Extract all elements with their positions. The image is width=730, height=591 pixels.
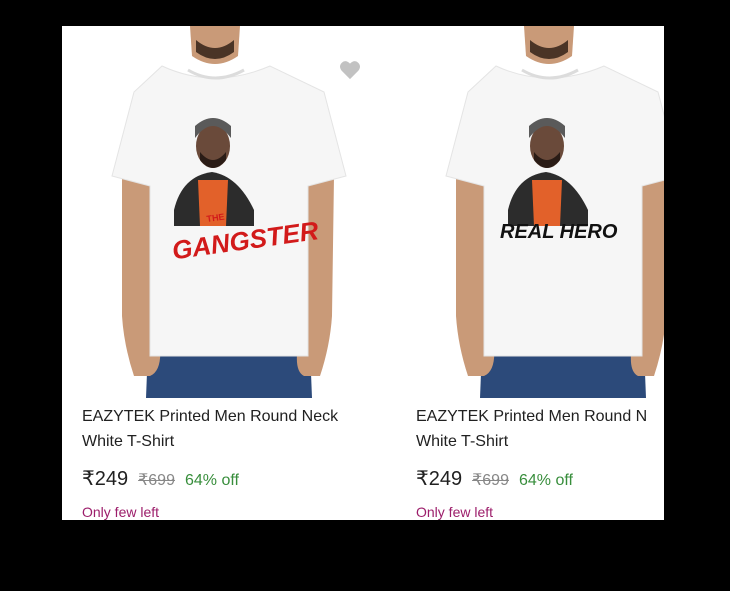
product-image[interactable]: THE GANGSTER — [62, 26, 396, 398]
original-price: ₹699 — [472, 472, 509, 489]
print-text: REAL HERO — [500, 221, 618, 243]
product-title-line-1[interactable]: EAZYTEK Printed Men Round N — [416, 404, 664, 429]
stock-status: Only few left — [416, 504, 494, 520]
product-grid: THE GANGSTER EAZYTEK Printed Men Round N… — [62, 26, 664, 520]
price-row: ₹249 ₹699 64% off — [82, 466, 239, 491]
product-title[interactable]: EAZYTEK Printed Men Round Neck White T-S… — [82, 404, 382, 454]
product-title-line-2[interactable]: White T-Shirt — [416, 429, 664, 454]
discount-badge: 64% off — [518, 472, 573, 489]
product-card[interactable]: THE GANGSTER EAZYTEK Printed Men Round N… — [62, 26, 396, 520]
selling-price: ₹249 — [416, 468, 463, 490]
heart-icon[interactable] — [339, 60, 361, 80]
discount-badge: 64% off — [184, 472, 239, 489]
price-row: ₹249 ₹699 64% off — [416, 466, 573, 491]
stock-status: Only few left — [82, 504, 160, 520]
selling-price: ₹249 — [82, 468, 129, 490]
product-title[interactable]: EAZYTEK Printed Men Round N White T-Shir… — [416, 404, 664, 454]
original-price: ₹699 — [138, 472, 175, 489]
product-title-line-2[interactable]: White T-Shirt — [82, 429, 382, 454]
product-card[interactable]: REAL HERO EAZYTEK Printed Men Round N Wh… — [396, 26, 664, 520]
product-image[interactable]: REAL HERO — [396, 26, 664, 398]
product-title-line-1[interactable]: EAZYTEK Printed Men Round Neck — [82, 404, 382, 429]
